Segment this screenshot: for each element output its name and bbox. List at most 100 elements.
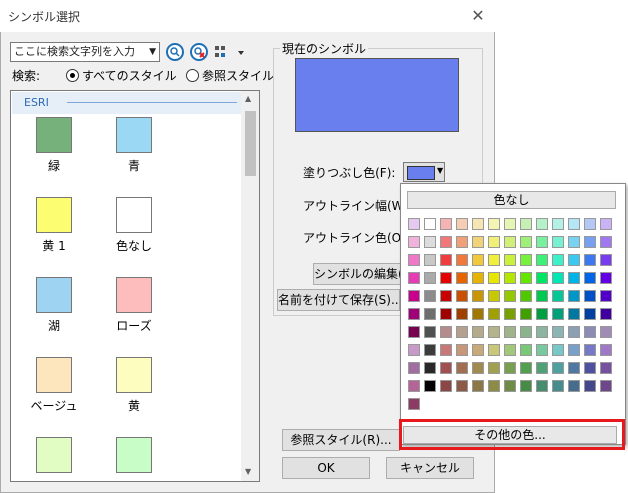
- color-swatch[interactable]: [536, 272, 548, 284]
- color-swatch[interactable]: [408, 326, 420, 338]
- color-swatch[interactable]: [488, 272, 500, 284]
- color-swatch[interactable]: [600, 326, 612, 338]
- color-swatch[interactable]: [408, 218, 420, 230]
- reference-styles-label[interactable]: 参照スタイル: [202, 67, 274, 84]
- color-swatch[interactable]: [456, 218, 468, 230]
- symbol-swatch[interactable]: [36, 437, 72, 473]
- color-swatch[interactable]: [472, 236, 484, 248]
- color-swatch[interactable]: [488, 326, 500, 338]
- color-swatch[interactable]: [520, 362, 532, 374]
- color-swatch[interactable]: [408, 290, 420, 302]
- color-swatch[interactable]: [568, 236, 580, 248]
- color-swatch[interactable]: [584, 218, 596, 230]
- color-swatch[interactable]: [440, 236, 452, 248]
- color-swatch[interactable]: [536, 380, 548, 392]
- color-swatch[interactable]: [472, 362, 484, 374]
- symbol-swatch[interactable]: [36, 277, 72, 313]
- color-swatch[interactable]: [488, 290, 500, 302]
- color-swatch[interactable]: [520, 272, 532, 284]
- all-styles-radio[interactable]: [66, 69, 79, 82]
- color-swatch[interactable]: [552, 362, 564, 374]
- color-swatch[interactable]: [408, 236, 420, 248]
- color-swatch[interactable]: [584, 308, 596, 320]
- save-as-button[interactable]: 名前を付けて保存(S)...: [277, 289, 400, 311]
- color-swatch[interactable]: [424, 236, 436, 248]
- search-dropdown-icon[interactable]: ▼: [149, 43, 156, 61]
- color-swatch[interactable]: [568, 290, 580, 302]
- color-swatch[interactable]: [568, 380, 580, 392]
- clear-search-icon[interactable]: [190, 43, 208, 61]
- color-swatch[interactable]: [408, 308, 420, 320]
- color-swatch[interactable]: [536, 308, 548, 320]
- color-swatch[interactable]: [600, 254, 612, 266]
- reference-styles-radio[interactable]: [186, 69, 199, 82]
- color-swatch[interactable]: [472, 254, 484, 266]
- color-swatch[interactable]: [600, 272, 612, 284]
- color-swatch[interactable]: [600, 290, 612, 302]
- color-swatch[interactable]: [504, 362, 516, 374]
- color-swatch[interactable]: [488, 254, 500, 266]
- color-swatch[interactable]: [600, 236, 612, 248]
- reference-styles-button[interactable]: 参照スタイル(R)...: [282, 429, 400, 451]
- color-swatch[interactable]: [568, 218, 580, 230]
- fill-color-button[interactable]: ▼: [403, 162, 445, 182]
- color-swatch[interactable]: [520, 308, 532, 320]
- color-swatch[interactable]: [504, 290, 516, 302]
- close-icon[interactable]: ✕: [466, 4, 490, 28]
- color-swatch[interactable]: [440, 218, 452, 230]
- color-swatch[interactable]: [552, 272, 564, 284]
- color-swatch[interactable]: [424, 380, 436, 392]
- color-swatch[interactable]: [504, 218, 516, 230]
- color-swatch[interactable]: [584, 344, 596, 356]
- color-swatch[interactable]: [424, 362, 436, 374]
- symbol-swatch[interactable]: [36, 117, 72, 153]
- color-swatch[interactable]: [472, 290, 484, 302]
- search-icon[interactable]: [166, 43, 184, 61]
- symbol-swatch[interactable]: [116, 197, 152, 233]
- color-swatch[interactable]: [504, 272, 516, 284]
- color-swatch[interactable]: [584, 326, 596, 338]
- color-swatch[interactable]: [536, 254, 548, 266]
- color-swatch[interactable]: [520, 290, 532, 302]
- scroll-up-icon[interactable]: ▲: [245, 94, 251, 103]
- ok-button[interactable]: OK: [282, 457, 370, 479]
- color-swatch[interactable]: [568, 272, 580, 284]
- color-swatch[interactable]: [456, 254, 468, 266]
- color-swatch[interactable]: [600, 380, 612, 392]
- view-options-icon[interactable]: [214, 44, 246, 62]
- color-swatch[interactable]: [488, 362, 500, 374]
- color-swatch[interactable]: [472, 344, 484, 356]
- color-swatch[interactable]: [456, 362, 468, 374]
- color-swatch[interactable]: [504, 308, 516, 320]
- color-swatch[interactable]: [536, 290, 548, 302]
- symbol-swatch[interactable]: [36, 197, 72, 233]
- symbol-swatch[interactable]: [116, 437, 152, 473]
- color-swatch[interactable]: [488, 308, 500, 320]
- color-swatch[interactable]: [504, 326, 516, 338]
- color-swatch[interactable]: [456, 272, 468, 284]
- color-swatch[interactable]: [488, 218, 500, 230]
- color-swatch[interactable]: [408, 254, 420, 266]
- color-swatch[interactable]: [552, 308, 564, 320]
- color-swatch[interactable]: [488, 236, 500, 248]
- color-swatch[interactable]: [456, 344, 468, 356]
- color-swatch[interactable]: [424, 254, 436, 266]
- color-swatch[interactable]: [440, 344, 452, 356]
- color-swatch[interactable]: [568, 344, 580, 356]
- color-swatch[interactable]: [584, 290, 596, 302]
- color-swatch[interactable]: [440, 254, 452, 266]
- color-swatch[interactable]: [488, 380, 500, 392]
- color-swatch[interactable]: [440, 326, 452, 338]
- color-swatch[interactable]: [536, 236, 548, 248]
- color-swatch[interactable]: [552, 380, 564, 392]
- color-swatch[interactable]: [456, 290, 468, 302]
- search-input[interactable]: ここに検索文字列を入力 ▼: [10, 42, 160, 62]
- color-swatch[interactable]: [520, 236, 532, 248]
- color-swatch[interactable]: [600, 218, 612, 230]
- color-swatch[interactable]: [536, 344, 548, 356]
- color-swatch[interactable]: [424, 290, 436, 302]
- color-swatch[interactable]: [552, 290, 564, 302]
- color-swatch[interactable]: [600, 362, 612, 374]
- color-swatch[interactable]: [440, 362, 452, 374]
- color-swatch[interactable]: [424, 326, 436, 338]
